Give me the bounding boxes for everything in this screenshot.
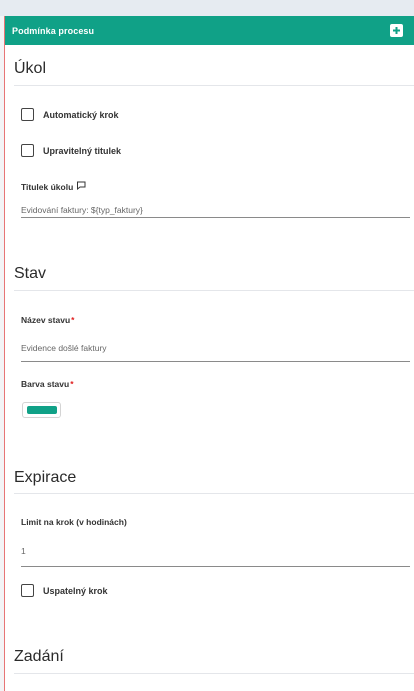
step-limit-input[interactable]: 1 <box>21 546 26 556</box>
sleepy-step-checkbox[interactable] <box>21 584 34 597</box>
panel-title: Podmínka procesu <box>12 25 95 36</box>
task-title-label: Titulek úkolu <box>21 181 86 192</box>
editable-title-row[interactable]: Upravitelný titulek <box>21 144 121 157</box>
section-title-ukol: Úkol <box>14 60 47 77</box>
task-title-label-text: Titulek úkolu <box>21 181 74 192</box>
state-color-picker[interactable] <box>22 402 61 418</box>
step-limit-label: Limit na krok (v hodinách) <box>21 517 127 527</box>
section-title-zadani: Zadání <box>14 648 64 665</box>
editable-title-checkbox[interactable] <box>21 144 34 157</box>
required-marker: * <box>71 315 75 325</box>
panel-header: Podmínka procesu <box>5 16 414 45</box>
state-name-input[interactable]: Evidence došlé faktury <box>21 343 107 353</box>
automatic-step-checkbox[interactable] <box>21 108 34 121</box>
section-title-stav: Stav <box>14 265 47 282</box>
plus-square-icon[interactable] <box>390 24 403 37</box>
automatic-step-row[interactable]: Automatický krok <box>21 108 119 121</box>
process-condition-panel: Podmínka procesu Úkol Automatický krok U… <box>5 16 414 691</box>
color-swatch <box>26 406 57 414</box>
section-title-expirace: Expirace <box>14 469 77 486</box>
state-name-underline <box>21 361 410 362</box>
state-color-label-text: Barva stavu <box>21 379 70 389</box>
task-title-underline <box>21 217 410 218</box>
task-title-input[interactable]: Evidování faktury: ${typ_faktury} <box>21 205 143 215</box>
window-top-strip <box>0 0 414 16</box>
section-divider <box>14 673 414 674</box>
comment-icon[interactable] <box>76 181 86 192</box>
section-divider <box>14 493 414 494</box>
state-color-label: Barva stavu * <box>21 379 74 389</box>
plus-icon <box>393 27 400 34</box>
state-name-label: Název stavu * <box>21 315 74 325</box>
state-name-label-text: Název stavu <box>21 315 71 325</box>
step-limit-label-text: Limit na krok (v hodinách) <box>21 517 127 527</box>
required-marker: * <box>70 379 74 389</box>
section-divider <box>14 290 414 291</box>
sleepy-step-row[interactable]: Uspatelný krok <box>21 584 108 597</box>
sleepy-step-label: Uspatelný krok <box>43 585 108 596</box>
automatic-step-label: Automatický krok <box>43 109 119 120</box>
step-limit-underline <box>21 566 410 567</box>
editable-title-label: Upravitelný titulek <box>43 145 122 156</box>
section-divider <box>14 85 414 86</box>
